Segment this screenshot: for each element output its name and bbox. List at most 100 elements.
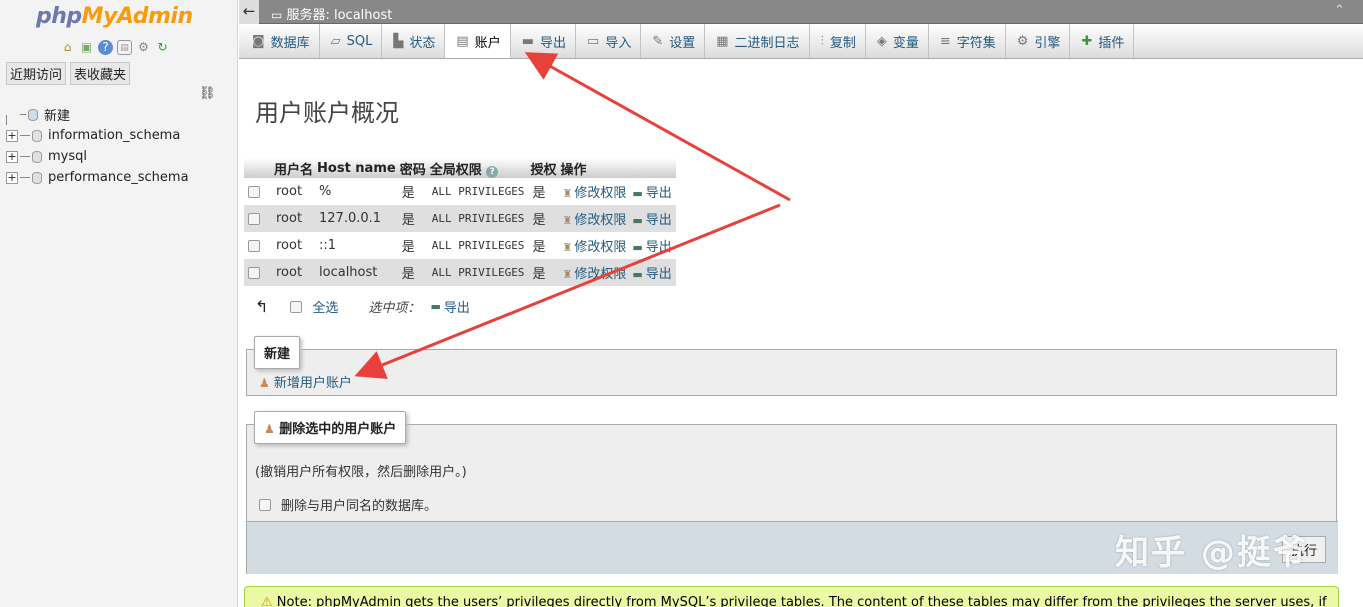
user-icon: ♟ [264,422,275,436]
select-arrow-icon: ↰ [255,297,269,316]
cell-privileges: ALL PRIVILEGES [427,205,529,232]
expand-icon[interactable]: + [6,129,18,142]
docs-icon[interactable]: ▤ [117,40,132,55]
table-row: root 127.0.0.1 是 ALL PRIVILEGES 是 ♜ 修改权限 ▬… [244,205,676,232]
tab-sql[interactable]: ▱ SQL [320,24,383,58]
plugin-icon: ✚ [1081,33,1093,49]
binlog-icon: ▦ [716,33,729,49]
cell-grant: 是 [528,178,559,205]
bulk-export-button[interactable]: 导出 [444,297,470,316]
cell-password: 是 [397,259,428,286]
tree-item-label: 新建 [44,109,71,124]
tab-accounts[interactable]: ▤ 账户 [445,24,511,58]
drop-db-option[interactable]: 删除与用户同名的数据库。 [259,495,437,514]
tab-settings[interactable]: ✎ 设置 [641,24,706,58]
tab-variables[interactable]: ◈ 变量 [866,24,929,58]
edit-privileges-link[interactable]: 修改权限 [574,240,626,255]
page-title: 用户账户概况 [255,99,399,127]
table-header-row: 用户名 Host name 密码 全局权限 ? 授权 操作 [244,158,676,178]
tab-favorites[interactable]: 表收藏夹 [70,62,131,85]
home-icon[interactable]: ⌂ [60,40,75,55]
variables-icon: ◈ [876,33,887,49]
tab-status[interactable]: ▙ 状态 [382,24,446,58]
export-link[interactable]: 导出 [646,267,672,282]
link-icon[interactable]: ⛓ [199,86,216,101]
nav-icon-bar: ⌂ ▣ ? ▤ ⚙ ↻ [60,40,170,55]
edit-privileges-link[interactable]: 修改权限 [574,267,626,282]
settings-icon[interactable]: ⚙ [136,40,151,55]
tab-plugins[interactable]: ✚ 插件 [1070,24,1135,58]
database-icon [32,129,42,142]
user-accounts-table: 用户名 Host name 密码 全局权限 ? 授权 操作 root % 是 A… [244,158,676,286]
add-user-account-link[interactable]: ♟ 新增用户账户 [259,372,352,391]
check-all-label[interactable]: 全选 [312,297,338,316]
expand-icon[interactable]: + [6,171,18,184]
accounts-icon: ▤ [456,33,469,49]
export-icon: ▬ [632,241,643,254]
tree-item-performance-schema[interactable]: + performance_schema [6,167,189,188]
tree-item-label: information_schema [48,128,181,143]
new-legend: 新建 [254,336,301,369]
row-checkbox[interactable] [248,239,260,252]
cell-privileges: ALL PRIVILEGES [427,178,529,205]
collapse-icon[interactable]: ⌃ [1334,3,1345,18]
database-icon: ◙ [252,33,265,49]
main-menu: ◙ 数据库 ▱ SQL ▙ 状态 ▤ 账户 ▬ 导出 ▭ 导入 ✎ 设置 ▦ 二进制日志 ⫶ 复制… [239,24,1363,59]
edit-privileges-icon: ♜ [562,241,573,254]
exit-icon[interactable]: ▣ [79,40,94,55]
database-icon [32,171,42,184]
row-checkbox[interactable] [248,185,260,198]
help-icon[interactable]: ? [98,40,113,55]
charset-icon: ≡ [939,33,951,49]
table-row: root localhost 是 ALL PRIVILEGES 是 ♜ 修改权限 ▬… [244,259,676,286]
col-password: 密码 [397,158,428,178]
export-icon: ▬ [521,33,534,49]
expand-icon[interactable]: + [6,150,18,163]
table-row: root % 是 ALL PRIVILEGES 是 ♜ 修改权限 ▬ 导出 [244,178,676,205]
cell-hostname: % [315,178,398,205]
export-icon: ▬ [632,214,643,227]
warning-icon: ⚠ [261,595,273,607]
export-link[interactable]: 导出 [646,240,672,255]
server-breadcrumb-bar: ← ▭ 服务器: localhost ⌃ [239,0,1363,24]
add-user-icon: ♟ [259,376,270,390]
back-arrow-icon[interactable]: ← [239,0,259,24]
sql-icon: ▱ [330,33,341,49]
tree-item-information-schema[interactable]: + information_schema [6,125,189,146]
server-breadcrumb[interactable]: ▭ 服务器: localhost [271,4,392,23]
export-link[interactable]: 导出 [646,186,672,201]
navigation-panel: phpMyAdmin ⌂ ▣ ? ▤ ⚙ ↻ 近期访问 表收藏夹 ⛓ 新建 + … [0,0,238,607]
cell-password: 是 [397,232,428,259]
help-icon[interactable]: ? [486,165,499,178]
tab-engines[interactable]: ⚙ 引擎 [1006,24,1071,58]
col-username: 用户名 [272,158,316,178]
tab-databases[interactable]: ◙ 数据库 [241,24,320,58]
new-database-icon [28,108,38,121]
phpmyadmin-logo[interactable]: phpMyAdmin [36,4,193,29]
tree-item-mysql[interactable]: + mysql [6,146,189,167]
table-row: root ::1 是 ALL PRIVILEGES 是 ♜ 修改权限 ▬ 导出 [244,232,676,259]
tab-export[interactable]: ▬ 导出 [511,24,577,58]
export-link[interactable]: 导出 [646,213,672,228]
tab-recent[interactable]: 近期访问 [6,62,67,85]
drop-db-checkbox[interactable] [259,498,271,511]
cell-grant: 是 [528,232,559,259]
tree-item-new[interactable]: 新建 [6,104,189,125]
row-checkbox[interactable] [248,266,260,279]
tab-import[interactable]: ▭ 导入 [576,24,642,58]
reload-icon[interactable]: ↻ [155,40,170,55]
check-all-checkbox[interactable] [290,300,303,313]
replication-icon: ⫶ [820,33,824,49]
cell-username: root [272,232,316,259]
row-checkbox[interactable] [248,212,260,225]
cell-username: root [272,259,316,286]
edit-privileges-link[interactable]: 修改权限 [574,213,626,228]
tab-replication[interactable]: ⫶ 复制 [810,24,866,58]
tree-item-label: performance_schema [48,170,189,185]
cell-grant: 是 [528,259,559,286]
col-actions: 操作 [558,158,676,178]
edit-privileges-link[interactable]: 修改权限 [574,186,626,201]
tab-charsets[interactable]: ≡ 字符集 [929,24,1006,58]
cell-username: root [272,178,316,205]
tab-binlog[interactable]: ▦ 二进制日志 [705,24,810,58]
